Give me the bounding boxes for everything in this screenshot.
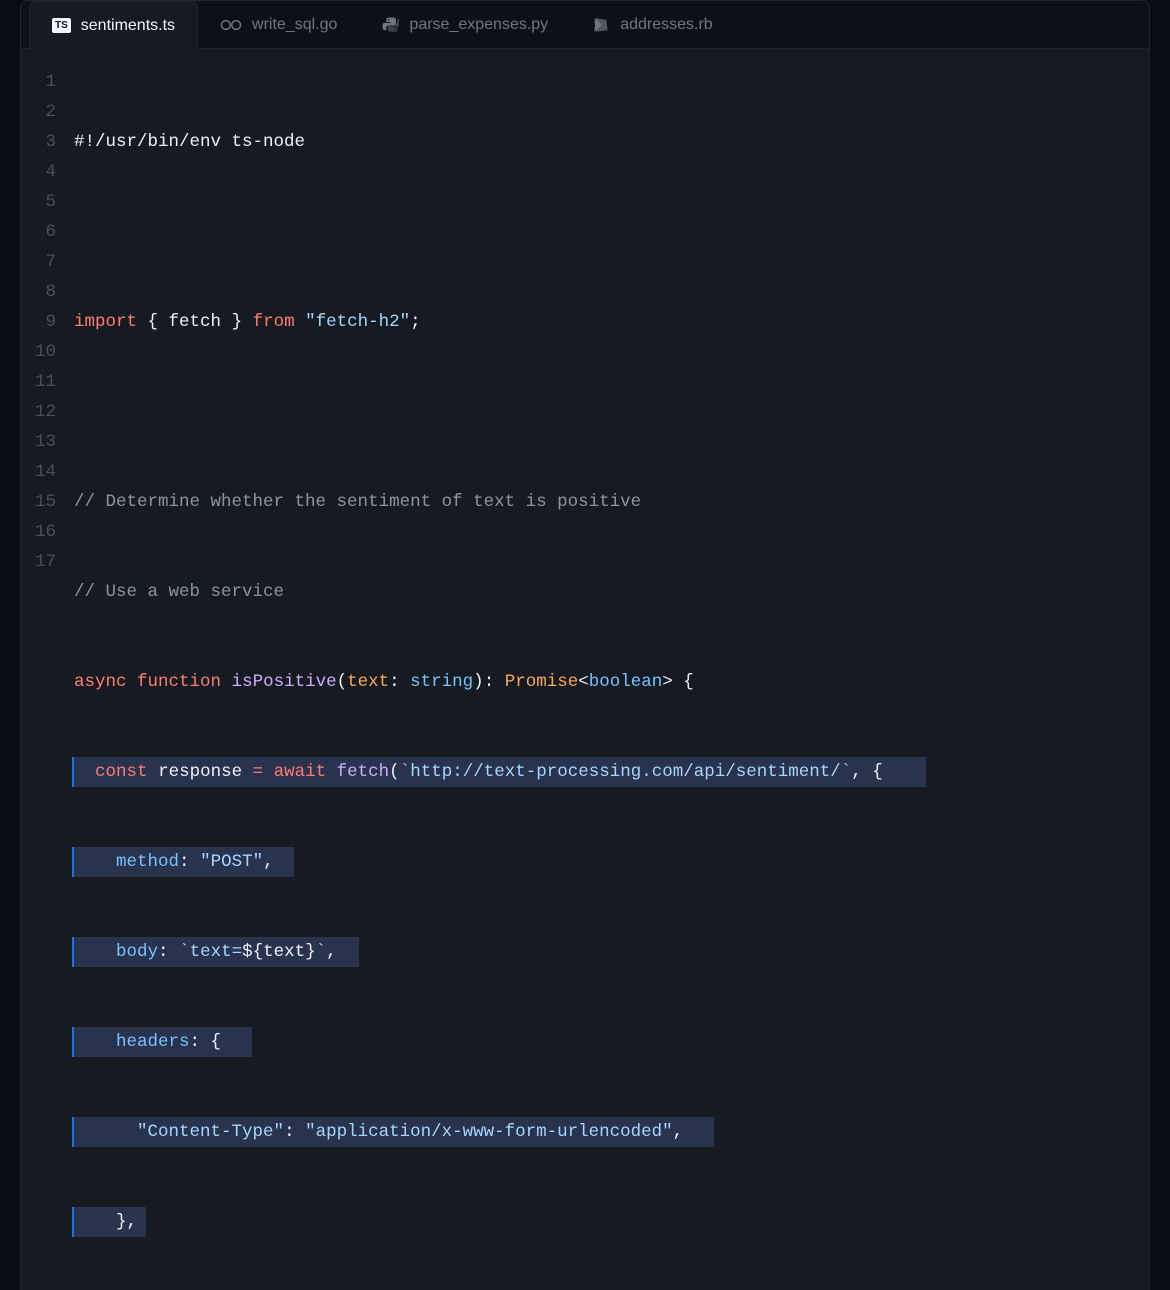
ts-icon: TS <box>52 18 71 33</box>
code-line: // Use a web service <box>74 577 1149 607</box>
tab-write-sql-go[interactable]: write_sql.go <box>198 1 359 49</box>
line-number-gutter: 1234567891011121314151617 <box>21 67 74 1290</box>
code-line: #!/usr/bin/env ts-node <box>74 127 1149 157</box>
tab-addresses-rb[interactable]: addresses.rb <box>570 1 735 49</box>
code-line <box>74 397 1149 427</box>
code-line: "Content-Type": "application/x-www-form-… <box>74 1117 1149 1147</box>
code-line: headers: { <box>74 1027 1149 1057</box>
python-icon <box>381 16 399 34</box>
tab-label: parse_expenses.py <box>409 16 548 34</box>
code-line: // Determine whether the sentiment of te… <box>74 487 1149 517</box>
tab-label: write_sql.go <box>252 16 337 34</box>
tab-label: sentiments.ts <box>81 17 175 35</box>
tab-bar: TS sentiments.ts write_sql.go parse_expe… <box>21 1 1149 49</box>
tab-sentiments-ts[interactable]: TS sentiments.ts <box>29 1 198 49</box>
code-editor[interactable]: 1234567891011121314151617 #!/usr/bin/env… <box>21 49 1149 1290</box>
code-content[interactable]: #!/usr/bin/env ts-node import { fetch } … <box>74 67 1149 1290</box>
tab-parse-expenses-py[interactable]: parse_expenses.py <box>359 1 570 49</box>
tab-label: addresses.rb <box>620 16 713 34</box>
editor-frame: TS sentiments.ts write_sql.go parse_expe… <box>20 0 1150 1290</box>
code-line: const response = await fetch(`http://tex… <box>74 757 1149 787</box>
go-icon <box>220 19 242 31</box>
code-line: }, <box>74 1207 1149 1237</box>
code-line: method: "POST", <box>74 847 1149 877</box>
code-line: body: `text=${text}`, <box>74 937 1149 967</box>
ruby-icon <box>592 16 610 34</box>
code-line: async function isPositive(text: string):… <box>74 667 1149 697</box>
code-line <box>74 217 1149 247</box>
code-line: import { fetch } from "fetch-h2"; <box>74 307 1149 337</box>
